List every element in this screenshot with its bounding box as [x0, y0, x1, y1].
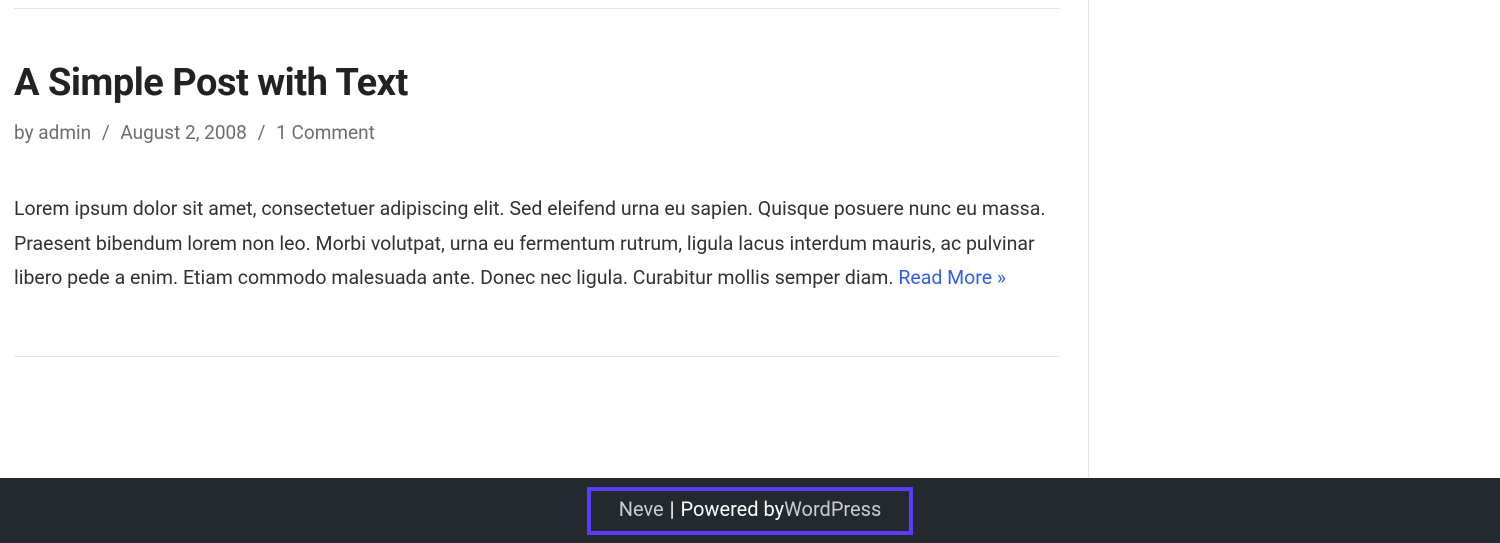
footer-credits: Neve | Powered by WordPress: [587, 487, 914, 535]
post-excerpt: Lorem ipsum dolor sit amet, consectetuer…: [14, 192, 1060, 296]
post-date: August 2, 2008: [120, 121, 247, 144]
meta-separator: /: [97, 121, 114, 144]
site-footer: Neve | Powered by WordPress: [0, 478, 1500, 543]
footer-platform-link[interactable]: WordPress: [784, 497, 881, 521]
post-comments-link[interactable]: 1 Comment: [276, 121, 375, 144]
read-more-link[interactable]: Read More »: [898, 266, 1006, 289]
sidebar-divider: [1088, 0, 1089, 478]
post-meta: by admin / August 2, 2008 / 1 Comment: [14, 121, 1060, 144]
excerpt-text: Lorem ipsum dolor sit amet, consectetuer…: [14, 197, 1045, 289]
footer-powered-label: Powered by: [681, 497, 785, 521]
meta-separator: /: [253, 121, 270, 144]
main-content: A Simple Post with Text by admin / Augus…: [0, 0, 1060, 478]
by-label: by: [14, 121, 38, 144]
post-divider: [14, 356, 1060, 357]
post-divider: [14, 8, 1060, 9]
footer-pipe: |: [670, 497, 675, 521]
post-title: A Simple Post with Text: [14, 61, 1060, 105]
post-title-link[interactable]: A Simple Post with Text: [14, 61, 408, 105]
post-author-link[interactable]: admin: [38, 121, 91, 144]
footer-theme-link[interactable]: Neve: [619, 497, 664, 521]
